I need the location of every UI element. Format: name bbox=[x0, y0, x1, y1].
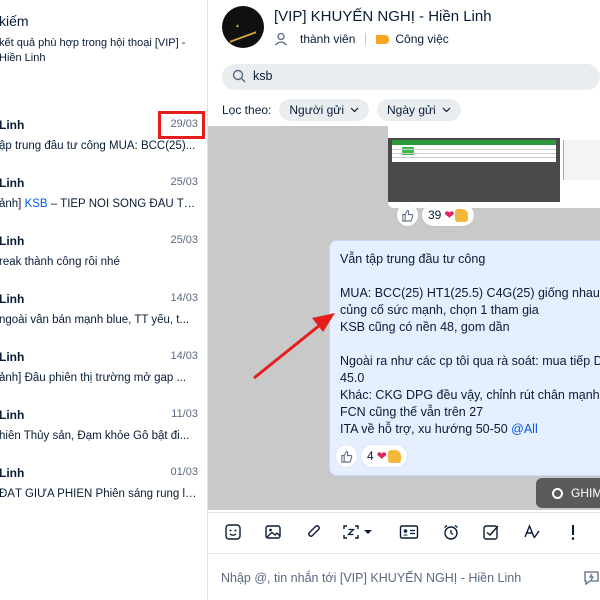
image-reaction-bar: 39 ❤ bbox=[397, 204, 475, 226]
reaction-summary[interactable]: 39 ❤ bbox=[422, 204, 475, 226]
search-panel-title: kiếm bbox=[0, 13, 29, 29]
urgent-button[interactable] bbox=[562, 521, 584, 543]
thumbs-up-icon bbox=[402, 209, 414, 222]
person-icon[interactable] bbox=[274, 32, 288, 46]
result-date: 25/03 bbox=[170, 234, 198, 246]
exclamation-icon bbox=[571, 525, 575, 540]
sticker-button[interactable] bbox=[222, 521, 244, 543]
paperclip-icon bbox=[308, 525, 320, 537]
search-query[interactable]: ksb bbox=[253, 69, 272, 83]
checkbox-icon bbox=[483, 525, 499, 540]
result-sender-name: Linh bbox=[0, 176, 25, 190]
result-date: 14/03 bbox=[170, 350, 198, 362]
filter-date-dropdown[interactable]: Ngày gửi bbox=[377, 99, 461, 121]
conversation-panel: ▲ [VIP] KHUYẾN NGHỊ - Hiền Linh thành vi… bbox=[208, 0, 600, 600]
task-button[interactable] bbox=[480, 521, 502, 543]
search-icon bbox=[232, 69, 246, 83]
result-preview: hiên Thủy sản, Đạm khỏe Gỗ bật đi... bbox=[0, 430, 190, 442]
conversation-title[interactable]: [VIP] KHUYẾN NGHỊ - Hiền Linh bbox=[274, 8, 492, 25]
result-preview: ảnh] KSB – TIẾP NỐI SÓNG ĐẦU TƯ... bbox=[0, 198, 199, 210]
search-result-item[interactable]: Linh 01/03 ĐÁT GIỮA PHIÊN Phiên sáng run… bbox=[0, 466, 207, 524]
filter-sender-dropdown[interactable]: Người gửi bbox=[279, 99, 369, 121]
reaction-summary[interactable]: 4 ❤ bbox=[361, 445, 407, 467]
result-preview: ngoài vẫn bán mạnh blue, TT yếu, t... bbox=[0, 314, 190, 326]
search-result-item[interactable]: Linh 14/03 ảnh] Đầu phiên thị trường mở … bbox=[0, 350, 207, 408]
result-sender-name: Linh bbox=[0, 292, 25, 306]
caret-down-icon bbox=[364, 530, 372, 534]
search-result-item[interactable]: Linh 11/03 hiên Thủy sản, Đạm khỏe Gỗ bậ… bbox=[0, 408, 207, 466]
meta-divider bbox=[365, 33, 367, 45]
contact-card-icon bbox=[399, 525, 419, 539]
filter-bar: Lọc theo: Người gửi Ngày gửi bbox=[222, 98, 469, 122]
text-message[interactable]: Vẫn tập trung đầu tư công MUA: BCC(25) H… bbox=[329, 240, 600, 476]
image-message[interactable] bbox=[388, 126, 600, 208]
search-results-panel: kiếm kết quả phù hợp trong hội thoại [VI… bbox=[0, 0, 208, 600]
category-label[interactable]: Công việc bbox=[395, 32, 448, 46]
image-icon bbox=[265, 525, 281, 539]
filter-label: Lọc theo: bbox=[222, 103, 272, 117]
chevron-down-icon bbox=[442, 107, 451, 113]
search-panel-description: kết quả phù hợp trong hội thoại [VIP] - … bbox=[0, 37, 186, 64]
message-search-input[interactable]: ksb bbox=[222, 64, 600, 90]
attach-button[interactable] bbox=[303, 521, 325, 543]
like-button[interactable] bbox=[336, 445, 357, 467]
result-sender-name: Linh bbox=[0, 408, 25, 422]
search-result-item[interactable]: Linh 25/03 ảnh] KSB – TIẾP NỐI SÓNG ĐẦU … bbox=[0, 176, 207, 234]
text-format-icon bbox=[524, 524, 540, 539]
like-button[interactable] bbox=[397, 204, 418, 226]
pin-button[interactable]: GHIM bbox=[536, 478, 600, 508]
thumbs-up-icon bbox=[341, 450, 353, 463]
heart-icon: ❤ bbox=[444, 208, 455, 222]
heart-icon: ❤ bbox=[376, 449, 387, 463]
result-sender-name: Linh bbox=[0, 466, 25, 480]
conversation-meta: thành viên Công việc bbox=[274, 32, 449, 46]
result-sender-name: Linh bbox=[0, 118, 25, 132]
search-term-highlight: KSB bbox=[24, 198, 48, 210]
message-area: 39 ❤ Vẫn tập trung đầu tư công MUA: BCC(… bbox=[208, 126, 600, 510]
thumbs-up-icon bbox=[387, 449, 401, 463]
reminder-button[interactable] bbox=[440, 521, 462, 543]
mention-all[interactable]: @All bbox=[511, 422, 538, 436]
chevron-down-icon bbox=[350, 107, 359, 113]
group-avatar[interactable]: ▲ bbox=[222, 6, 264, 48]
clock-icon bbox=[552, 487, 563, 499]
thumbs-up-icon bbox=[455, 208, 469, 222]
result-sender-name: Linh bbox=[0, 350, 25, 364]
date-highlight-box bbox=[158, 111, 205, 139]
search-result-item[interactable]: Linh 14/03 ngoài vẫn bán mạnh blue, TT y… bbox=[0, 292, 207, 350]
result-sender-name: Linh bbox=[0, 234, 25, 248]
sticker-icon bbox=[225, 524, 241, 540]
quick-message-icon[interactable] bbox=[583, 569, 600, 586]
capture-menu-button[interactable] bbox=[342, 521, 382, 543]
result-preview: ập trung đầu tư công MUA: BCC(25)... bbox=[0, 140, 196, 152]
members-label[interactable]: thành viên bbox=[300, 32, 355, 46]
conversation-header: ▲ [VIP] KHUYẾN NGHỊ - Hiền Linh thành vi… bbox=[208, 0, 600, 60]
message-composer[interactable]: Nhập @, tin nhắn tới [VIP] KHUYẾN NGHỊ -… bbox=[208, 553, 600, 600]
label-tag-icon bbox=[376, 34, 390, 44]
composer-input[interactable]: Nhập @, tin nhắn tới [VIP] KHUYẾN NGHỊ -… bbox=[221, 571, 521, 585]
screenshot-icon bbox=[343, 525, 359, 539]
alarm-clock-icon bbox=[444, 524, 458, 540]
text-format-button[interactable] bbox=[521, 521, 543, 543]
result-date: 25/03 bbox=[170, 176, 198, 188]
screenshot-thumbnail bbox=[388, 138, 560, 202]
contact-card-button[interactable] bbox=[398, 521, 420, 543]
result-preview: ĐÁT GIỮA PHIÊN Phiên sáng rung lắ... bbox=[0, 488, 199, 500]
composer-toolbar bbox=[208, 512, 600, 552]
image-button[interactable] bbox=[262, 521, 284, 543]
result-date: 14/03 bbox=[170, 292, 198, 304]
search-result-item[interactable]: Linh 25/03 reak thành công rồi nhé bbox=[0, 234, 207, 292]
result-preview: ảnh] Đầu phiên thị trường mở gap ... bbox=[0, 372, 187, 384]
result-date: 11/03 bbox=[171, 408, 198, 420]
result-preview: reak thành công rồi nhé bbox=[0, 256, 120, 268]
text-reaction-bar: 4 ❤ bbox=[336, 445, 407, 467]
result-date: 01/03 bbox=[170, 466, 198, 478]
